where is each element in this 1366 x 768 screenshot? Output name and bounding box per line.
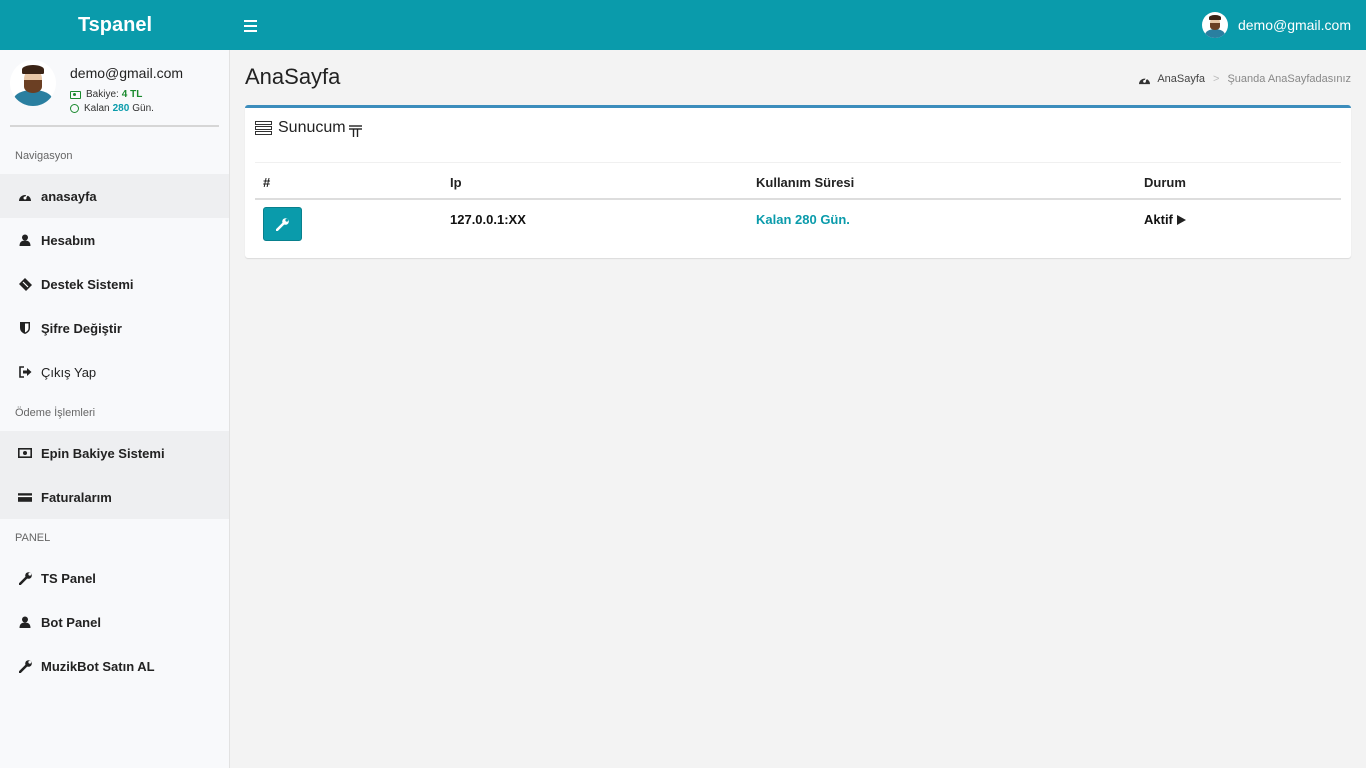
dashboard-icon <box>1138 74 1151 85</box>
column-header-usage: Kullanım Süresi <box>756 175 855 190</box>
user-icon <box>18 233 32 247</box>
text-cursor-icon <box>348 125 362 137</box>
sidebar-item-destek[interactable]: Destek Sistemi <box>0 262 229 306</box>
server-icon <box>255 121 272 135</box>
page-title: AnaSayfa <box>245 64 341 89</box>
sidebar-item-anasayfa[interactable]: anasayfa <box>0 174 229 218</box>
table-header: # Ip Kullanım Süresi Durum <box>255 162 1341 200</box>
sidebar-item-bot-panel[interactable]: Bot Panel <box>0 600 229 644</box>
wrench-icon <box>18 659 32 673</box>
column-header-ip: Ip <box>450 175 462 190</box>
sidebar-item-ts-panel[interactable]: TS Panel <box>0 556 229 600</box>
shield-icon <box>18 321 32 335</box>
manage-server-button[interactable] <box>263 207 302 241</box>
sidebar-item-epin[interactable]: Epin Bakiye Sistemi <box>0 431 229 475</box>
money-icon <box>18 446 32 460</box>
credit-card-icon <box>18 490 32 504</box>
sidebar: demo@gmail.com Bakiye: 4 TL Kalan 280 Gü… <box>0 50 230 768</box>
section-label-payment: Ödeme İşlemleri <box>15 407 96 419</box>
user-icon <box>18 615 32 629</box>
wrench-icon <box>18 571 32 585</box>
server-ip: 127.0.0.1:XX <box>450 212 526 227</box>
sidebar-item-label: MuzikBot Satın AL <box>41 658 155 674</box>
remaining-value: 280 <box>112 103 130 114</box>
sidebar-item-label: anasayfa <box>41 188 97 204</box>
clock-icon <box>70 104 79 113</box>
sidebar-item-muzikbot[interactable]: MuzikBot Satın AL <box>0 644 229 688</box>
profile-email: demo@gmail.com <box>70 65 184 81</box>
ticket-icon <box>18 277 32 291</box>
status-badge: Aktif <box>1144 212 1186 227</box>
top-navbar: Tspanel demo@gmail.com <box>0 0 1366 50</box>
user-email: demo@gmail.com <box>1237 17 1351 33</box>
money-icon <box>70 90 81 99</box>
breadcrumb-current: Şuanda AnaSayfadasınız <box>1227 73 1351 85</box>
sidebar-toggle-icon[interactable] <box>244 15 258 35</box>
remaining-days-info: Kalan 280 Gün. <box>70 103 154 114</box>
sidebar-item-hesabim[interactable]: Hesabım <box>0 218 229 262</box>
remaining-unit: Gün. <box>132 103 154 114</box>
balance-info: Bakiye: 4 TL <box>70 89 145 100</box>
sidebar-item-faturalar[interactable]: Faturalarım <box>0 475 229 519</box>
play-icon <box>1176 214 1186 225</box>
user-menu[interactable]: demo@gmail.com <box>1201 12 1351 38</box>
column-header-index: # <box>263 175 271 190</box>
breadcrumb-home[interactable]: AnaSayfa <box>1157 73 1205 85</box>
box-title-text: Sunucum <box>278 119 346 136</box>
sidebar-item-label: Epin Bakiye Sistemi <box>41 445 165 461</box>
sidebar-item-cikis[interactable]: Çıkış Yap <box>0 350 229 394</box>
sidebar-item-label: Destek Sistemi <box>41 276 134 292</box>
balance-value: 4 TL <box>121 89 143 100</box>
user-profile-panel: demo@gmail.com Bakiye: 4 TL Kalan 280 Gü… <box>10 60 219 127</box>
server-box: Sunucum # Ip Kullanım Süresi Durum 127.0… <box>245 105 1351 258</box>
dashboard-icon <box>18 189 32 203</box>
sidebar-item-label: Faturalarım <box>41 489 112 505</box>
usage-remaining: Kalan 280 Gün. <box>756 212 850 227</box>
status-text: Aktif <box>1144 212 1173 227</box>
avatar <box>1201 12 1228 38</box>
breadcrumb-separator: > <box>1213 73 1220 85</box>
avatar <box>10 60 56 106</box>
sidebar-item-label: TS Panel <box>41 570 96 586</box>
wrench-icon <box>276 217 289 231</box>
sidebar-item-label: Şifre Değiştir <box>41 320 122 336</box>
breadcrumb: AnaSayfa > Şuanda AnaSayfadasınız <box>1138 73 1351 85</box>
brand-logo[interactable]: Tspanel <box>0 0 230 50</box>
remaining-label: Kalan <box>84 103 110 114</box>
sidebar-item-label: Hesabım <box>41 232 96 248</box>
sidebar-item-sifre[interactable]: Şifre Değiştir <box>0 306 229 350</box>
section-label-panel: PANEL <box>15 532 51 544</box>
section-label-navigation: Navigasyon <box>15 150 73 162</box>
sign-out-icon <box>18 365 32 379</box>
sidebar-item-label: Çıkış Yap <box>41 364 97 380</box>
sidebar-item-label: Bot Panel <box>41 614 101 630</box>
box-title: Sunucum <box>255 119 362 137</box>
column-header-status: Durum <box>1144 175 1186 190</box>
balance-label: Bakiye: <box>86 89 119 100</box>
